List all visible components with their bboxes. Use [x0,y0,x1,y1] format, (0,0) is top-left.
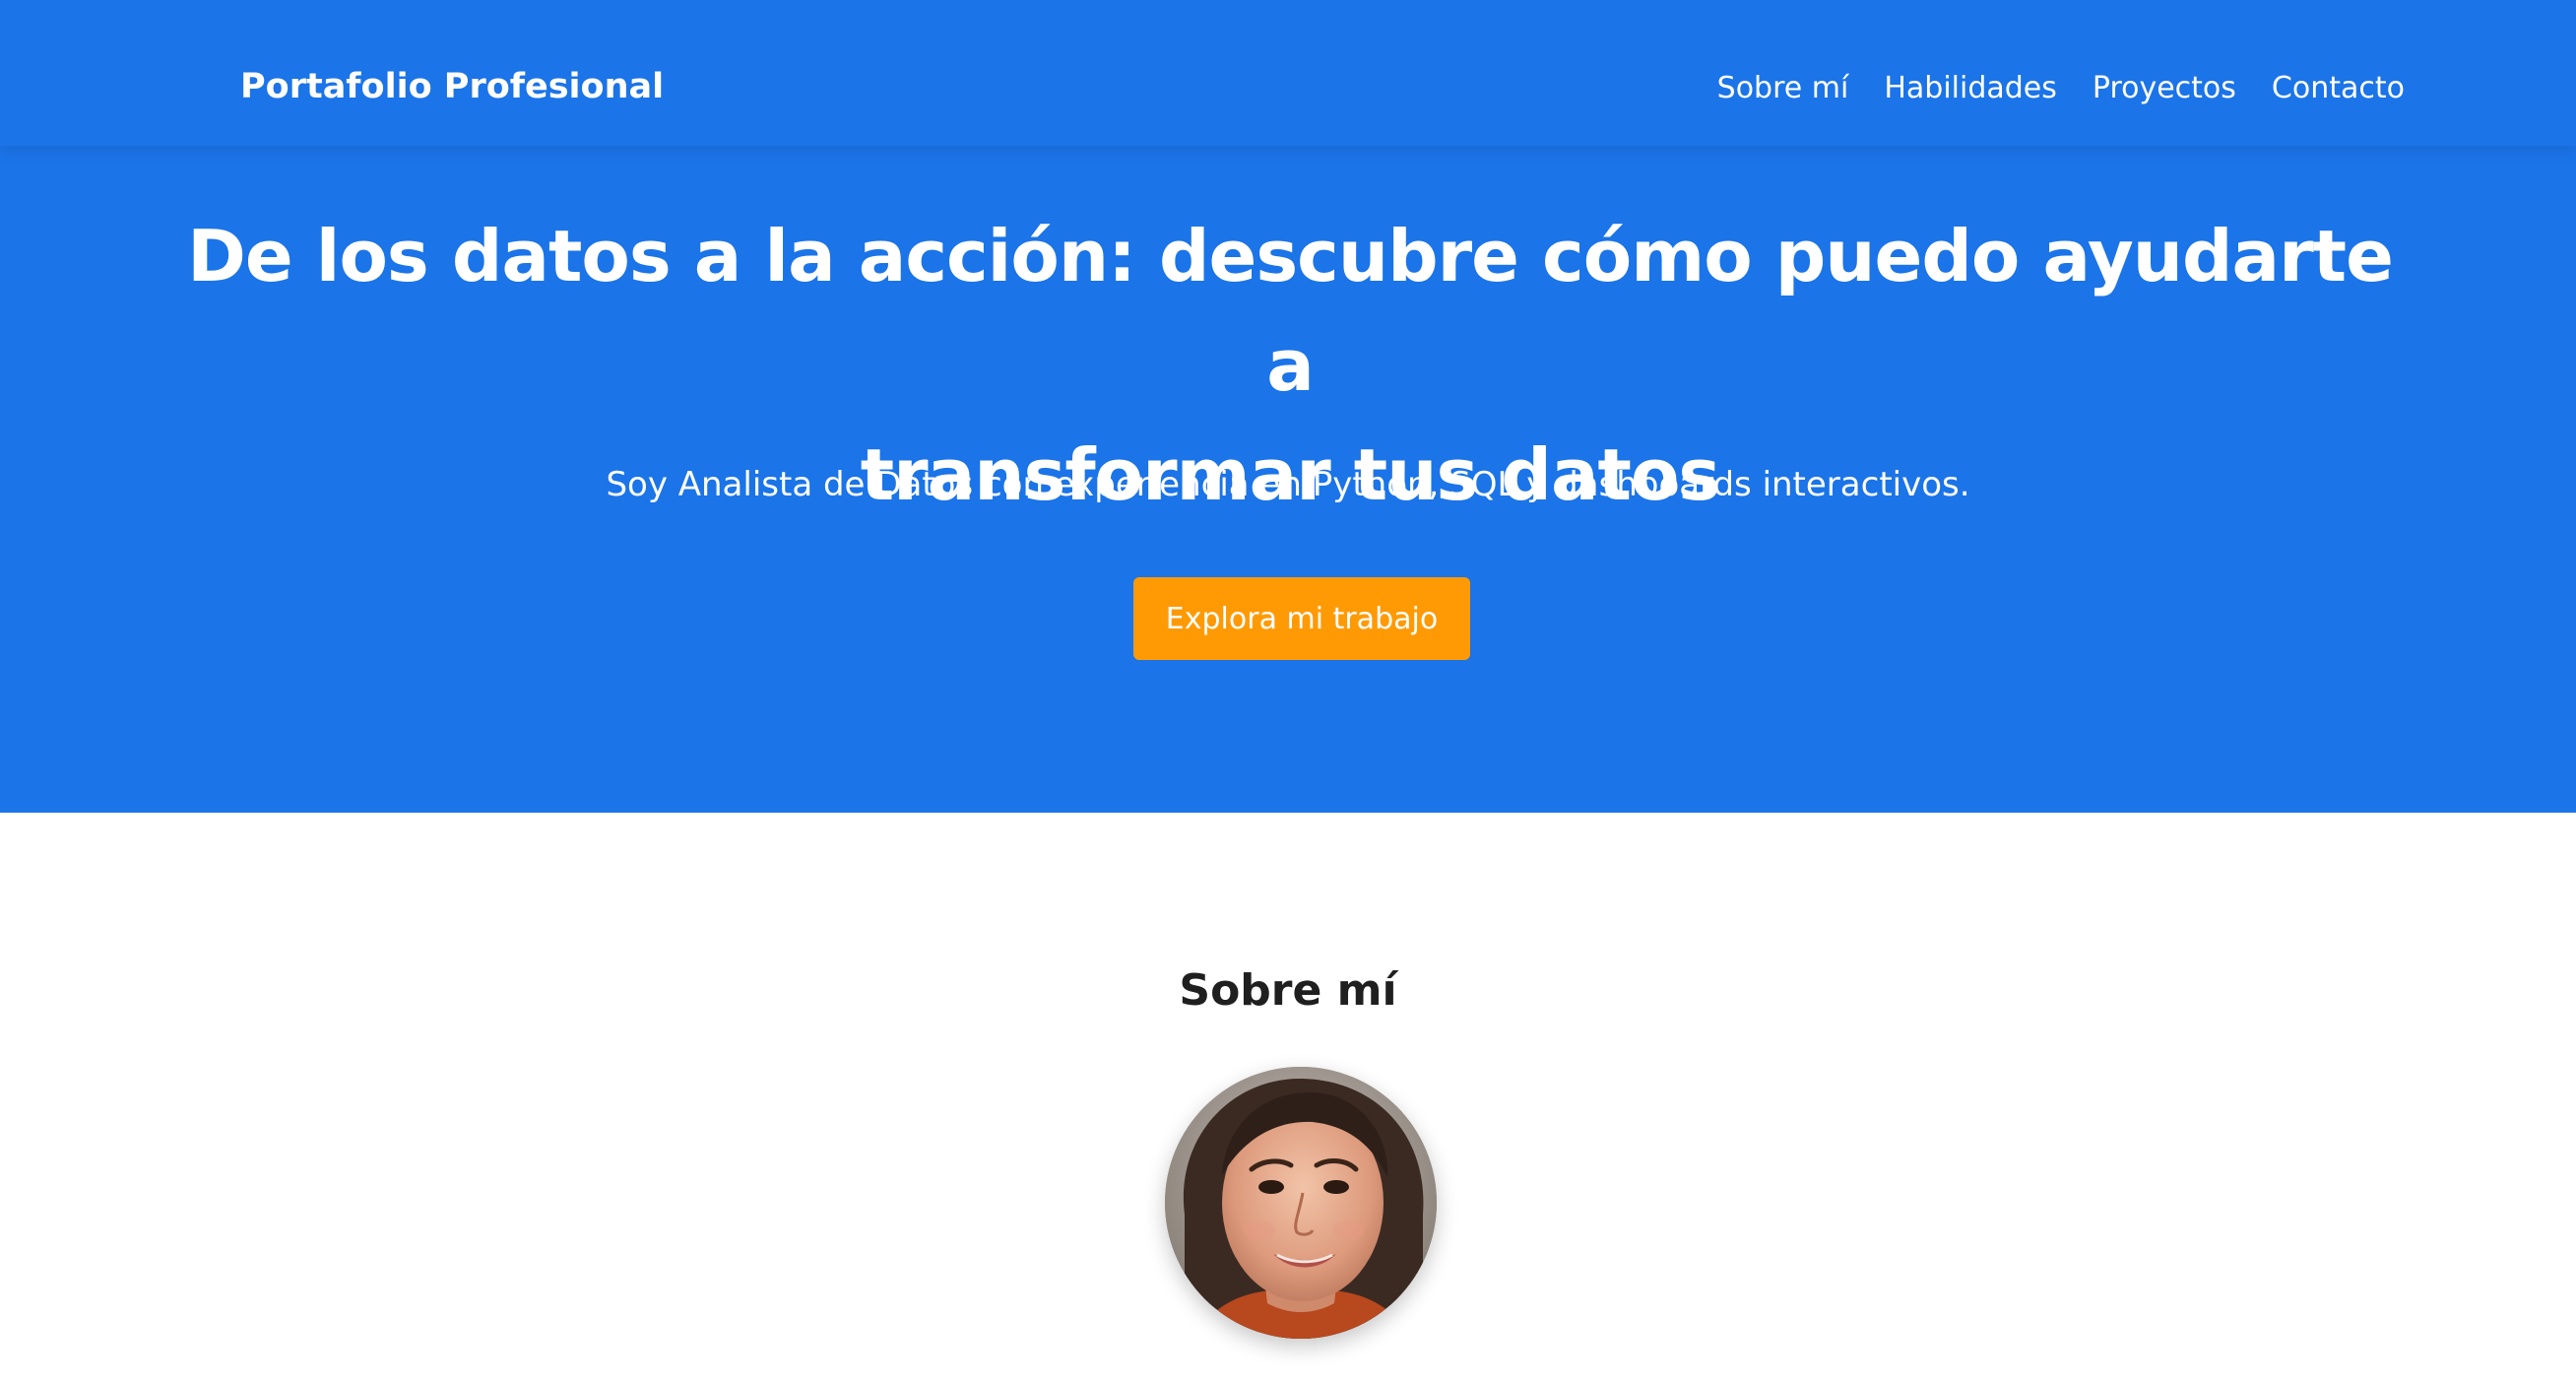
about-title: Sobre mí [1179,965,1397,1016]
nav-link-contacto[interactable]: Contacto [2272,71,2405,105]
nav-link-proyectos[interactable]: Proyectos [2093,71,2236,105]
explore-work-button[interactable]: Explora mi trabajo [1133,577,1470,660]
hero-subtitle: Soy Analista de Datos con experiencia en… [606,465,1970,504]
nav-link-habilidades[interactable]: Habilidades [1884,71,2057,105]
navbar: Portafolio Profesional Sobre mí Habilida… [0,0,2576,146]
hero-title-line-1: De los datos a la acción: descubre cómo … [187,215,2394,407]
page: De los datos a la acción: descubre cómo … [0,0,2576,1384]
profile-photo-illustration [1165,1067,1437,1339]
nav-links: Sobre mí Habilidades Proyectos Contacto [1717,71,2405,105]
profile-photo [1165,1067,1437,1339]
nav-link-sobre-mi[interactable]: Sobre mí [1717,71,1849,105]
brand-logo-text[interactable]: Portafolio Profesional [240,67,664,106]
